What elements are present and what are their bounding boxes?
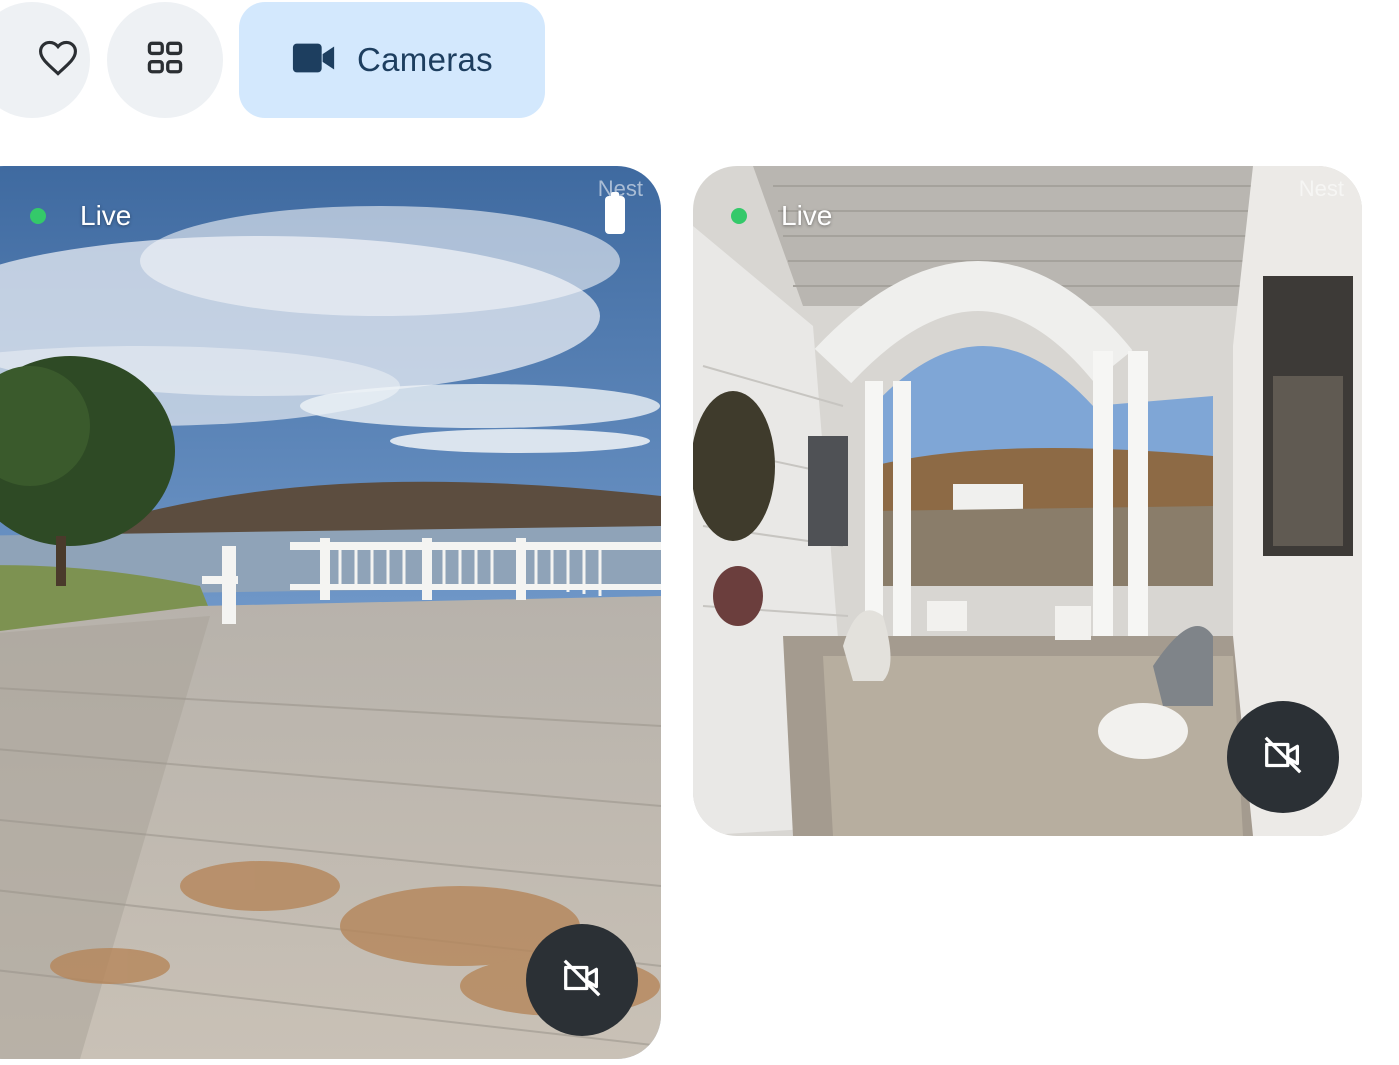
live-label: Live: [80, 200, 132, 231]
live-dot: [731, 208, 747, 224]
camera-tile-porch[interactable]: Live Nest: [693, 166, 1362, 836]
live-dot: [30, 208, 46, 224]
live-label: Live: [781, 200, 833, 231]
live-indicator: Live: [731, 200, 832, 232]
heart-outline-icon: [36, 36, 80, 85]
cameras-tab-label: Cameras: [357, 41, 493, 78]
dashboard-button[interactable]: [107, 2, 223, 118]
nest-watermark: Nest: [1298, 176, 1344, 201]
camera-tile-deck[interactable]: Live Nest: [0, 166, 661, 1059]
battery-full-icon: [605, 192, 625, 234]
videocam-off-icon: [1260, 732, 1306, 783]
videocam-off-icon: [559, 955, 605, 1006]
cameras-tab[interactable]: Cameras: [239, 2, 545, 118]
favorites-button[interactable]: [0, 2, 90, 118]
camera-off-button[interactable]: [1227, 701, 1339, 813]
camera-feed-deck: [0, 166, 661, 1059]
videocam-icon: [291, 38, 337, 83]
live-indicator: Live: [30, 200, 131, 232]
camera-off-button[interactable]: [526, 924, 638, 1036]
grid-2x2-icon: [143, 36, 187, 85]
